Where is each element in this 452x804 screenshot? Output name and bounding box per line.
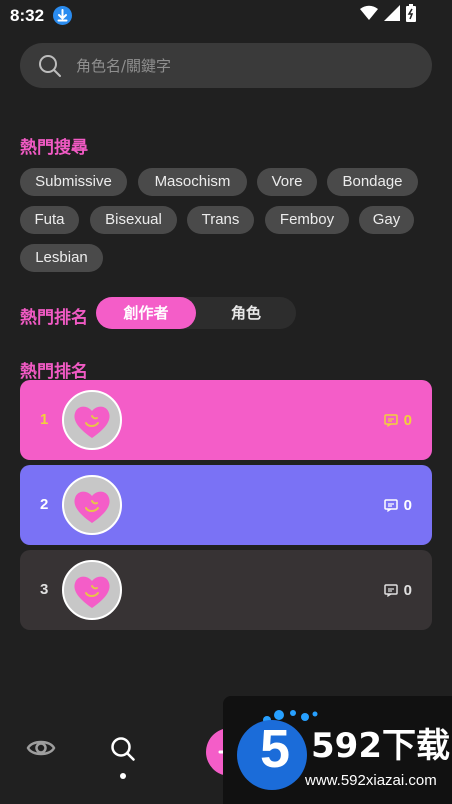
heart-icon bbox=[74, 491, 110, 523]
download-icon bbox=[53, 6, 72, 25]
tag-masochism[interactable]: Masochism bbox=[138, 168, 247, 196]
signal-icon bbox=[384, 4, 400, 26]
eye-icon[interactable] bbox=[26, 736, 56, 765]
tag-lesbian[interactable]: Lesbian bbox=[20, 244, 103, 272]
avatar bbox=[62, 560, 122, 620]
tag-trans[interactable]: Trans bbox=[187, 206, 254, 234]
watermark-brand: 592下载 bbox=[311, 726, 450, 766]
comment-count: 0 bbox=[383, 550, 412, 630]
tag-submissive[interactable]: Submissive bbox=[20, 168, 127, 196]
tag-vore[interactable]: Vore bbox=[257, 168, 317, 196]
rank-number: 2 bbox=[40, 496, 49, 513]
watermark: 5 592下载 www.592xiazai.com bbox=[223, 696, 452, 804]
status-bar: 8:32 bbox=[0, 0, 452, 32]
comment-icon bbox=[383, 583, 398, 597]
hot-ranking-title: 熱門排名 bbox=[20, 308, 88, 328]
ranking-card-3[interactable]: 3 0 bbox=[20, 550, 432, 630]
watermark-url: www.592xiazai.com bbox=[305, 772, 437, 789]
comment-icon bbox=[383, 498, 398, 512]
toggle-character[interactable]: 角色 bbox=[196, 297, 296, 329]
heart-icon bbox=[74, 576, 110, 608]
hot-search-title: 熱門搜尋 bbox=[20, 138, 88, 158]
comment-count-value: 0 bbox=[403, 411, 412, 429]
toggle-creator[interactable]: 創作者 bbox=[96, 297, 196, 329]
active-tab-indicator bbox=[120, 773, 126, 779]
ranking-card-1[interactable]: 1 0 bbox=[20, 380, 432, 460]
ranking-list-title: 熱門排名 bbox=[20, 362, 88, 382]
comment-icon bbox=[383, 413, 398, 427]
tag-bondage[interactable]: Bondage bbox=[327, 168, 418, 196]
ranking-type-toggle: 創作者 角色 bbox=[96, 297, 296, 329]
search-bar[interactable] bbox=[20, 43, 432, 88]
tag-bisexual[interactable]: Bisexual bbox=[90, 206, 177, 234]
battery-icon bbox=[406, 3, 416, 27]
search-icon[interactable] bbox=[110, 736, 136, 767]
avatar bbox=[62, 475, 122, 535]
search-icon bbox=[38, 54, 62, 83]
comment-count: 0 bbox=[383, 380, 412, 460]
rank-number: 3 bbox=[40, 581, 49, 598]
ranking-card-2[interactable]: 2 0 bbox=[20, 465, 432, 545]
heart-icon bbox=[74, 406, 110, 438]
watermark-logo-digit: 5 bbox=[259, 719, 291, 779]
tag-futa[interactable]: Futa bbox=[20, 206, 79, 234]
wifi-icon bbox=[360, 5, 378, 26]
tag-femboy[interactable]: Femboy bbox=[265, 206, 349, 234]
tag-gay[interactable]: Gay bbox=[359, 206, 414, 234]
search-input[interactable] bbox=[76, 43, 416, 88]
comment-count: 0 bbox=[383, 465, 412, 545]
avatar bbox=[62, 390, 122, 450]
status-time: 8:32 bbox=[10, 6, 45, 25]
comment-count-value: 0 bbox=[403, 581, 412, 599]
rank-number: 1 bbox=[40, 411, 49, 428]
comment-count-value: 0 bbox=[403, 496, 412, 514]
